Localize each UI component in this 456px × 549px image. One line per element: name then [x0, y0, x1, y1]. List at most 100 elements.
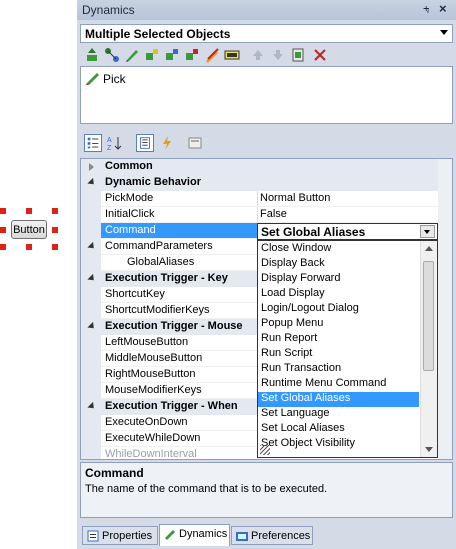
dropdown-option[interactable]: Run Script	[258, 347, 419, 362]
delete-icon[interactable]	[312, 47, 328, 63]
dropdown-button[interactable]	[420, 225, 435, 238]
tab-dynamics[interactable]: Dynamics	[159, 524, 230, 546]
add-event-icon[interactable]	[84, 47, 100, 63]
bottom-tabs: Properties Dynamics Preferences	[80, 524, 453, 546]
property-value[interactable]: False	[260, 208, 287, 220]
row-gutter	[81, 431, 101, 447]
scroll-up-icon[interactable]	[425, 246, 433, 251]
property-name: Execution Trigger - Key	[105, 272, 228, 284]
scroll-down-icon[interactable]	[425, 447, 433, 452]
dropdown-option[interactable]: Set Global Aliases	[258, 392, 419, 407]
categorized-icon[interactable]	[84, 134, 102, 152]
command-dropdown-list[interactable]: Close Window Display Back Display Forward L…	[257, 240, 438, 458]
property-name: CommandParameters	[105, 240, 213, 252]
selection-handle[interactable]	[0, 227, 6, 233]
property-pages-icon[interactable]	[186, 134, 204, 152]
option-label: Load Display	[261, 287, 325, 299]
description-text: The name of the command that is to be ex…	[85, 483, 328, 495]
property-name: MiddleMouseButton	[105, 352, 203, 364]
option-label: Run Report	[261, 332, 318, 344]
property-name: LeftMouseButton	[105, 336, 189, 348]
tab-label: Dynamics	[179, 528, 228, 540]
object-selector-value: Multiple Selected Objects	[85, 27, 231, 41]
events-lightning-icon[interactable]	[158, 134, 176, 152]
dropdown-option[interactable]: Runtime Menu Command	[258, 377, 419, 392]
grid-category-row[interactable]: Common	[81, 159, 438, 175]
dropdown-option[interactable]: Display Back	[258, 257, 419, 272]
expand-icon[interactable]	[89, 163, 94, 171]
object-selector[interactable]: Multiple Selected Objects	[80, 24, 453, 43]
row-gutter	[81, 287, 101, 303]
option-label: Login/Logout Dialog	[261, 302, 359, 314]
column-divider	[257, 207, 258, 223]
description-pane: Command The name of the command that is …	[80, 462, 453, 518]
tab-label: Preferences	[251, 530, 311, 542]
selection-handle[interactable]	[0, 208, 6, 214]
dropdown-option[interactable]: Popup Menu	[258, 317, 419, 332]
dropdown-option[interactable]: Set Local Aliases	[258, 422, 419, 437]
grid-category-row[interactable]: Dynamic Behavior	[81, 175, 438, 191]
selection-handle[interactable]	[52, 208, 58, 214]
row-gutter	[81, 207, 101, 223]
option-label: Run Script	[261, 347, 313, 359]
selection-handle[interactable]	[26, 208, 32, 214]
selection-handle[interactable]	[26, 244, 32, 250]
row-gutter	[81, 303, 101, 319]
selection-handle[interactable]	[52, 227, 58, 233]
tab-properties[interactable]: Properties	[82, 526, 158, 545]
highlight-icon[interactable]	[204, 47, 220, 63]
tab-label: Properties	[102, 530, 153, 542]
dropdown-option[interactable]: Set Object Visibility	[258, 437, 419, 452]
canvas-button[interactable]: Button	[11, 220, 47, 239]
property-name: Common	[105, 160, 153, 172]
sort-alphabetical-icon[interactable]: AZ	[106, 134, 124, 152]
move-down-icon[interactable]	[270, 47, 286, 63]
scroll-thumb[interactable]	[423, 261, 434, 371]
resize-grip-icon[interactable]	[260, 445, 270, 455]
row-gutter	[81, 415, 101, 431]
pin-icon[interactable]: ⨧	[423, 2, 429, 15]
dropdown-option[interactable]: Display Forward	[258, 272, 419, 287]
action-icon[interactable]	[184, 47, 200, 63]
dropdown-option[interactable]: Run Transaction	[258, 362, 419, 377]
paste-icon[interactable]	[290, 47, 306, 63]
property-value[interactable]: Normal Button	[260, 192, 330, 204]
row-gutter	[81, 367, 101, 383]
event-item-pick[interactable]: Pick	[103, 72, 126, 86]
move-up-icon[interactable]	[250, 47, 266, 63]
row-gutter	[81, 255, 101, 271]
property-name: Command	[105, 224, 156, 236]
properties-icon[interactable]	[136, 134, 154, 152]
close-icon[interactable]: ×	[439, 1, 447, 16]
dropdown-option[interactable]: Run Report	[258, 332, 419, 347]
dropdown-option[interactable]: Login/Logout Dialog	[258, 302, 419, 317]
chevron-down-icon	[424, 230, 430, 234]
selection-handle[interactable]	[0, 244, 6, 250]
selection-handle[interactable]	[52, 244, 58, 250]
command-select[interactable]: Set Global Aliases	[257, 223, 438, 240]
option-label: Runtime Menu Command	[261, 377, 387, 389]
action-icon[interactable]	[164, 47, 180, 63]
events-list[interactable]: Pick	[80, 66, 453, 124]
svg-text:A: A	[107, 137, 112, 144]
property-name: MouseModifierKeys	[105, 384, 202, 396]
row-gutter	[81, 223, 101, 239]
property-name: ExecuteWhileDown	[105, 432, 201, 444]
preferences-icon	[236, 532, 248, 541]
tab-preferences[interactable]: Preferences	[231, 526, 313, 545]
dropdown-option[interactable]: Load Display	[258, 287, 419, 302]
grid-property-row[interactable]: PickMode Normal Button	[81, 191, 438, 207]
script-icon[interactable]	[224, 47, 240, 63]
pick-icon	[165, 530, 175, 540]
connect-icon[interactable]	[104, 47, 120, 63]
panel-title: Dynamics	[82, 3, 135, 17]
grid-property-row[interactable]: InitialClick False	[81, 207, 438, 223]
action-icon[interactable]	[144, 47, 160, 63]
dropdown-option[interactable]: Close Window	[258, 242, 419, 257]
pick-icon[interactable]	[124, 47, 140, 63]
dropdown-scrollbar[interactable]	[420, 241, 437, 457]
grid-scrollbar[interactable]	[438, 159, 452, 459]
property-name: RightMouseButton	[105, 368, 196, 380]
dropdown-option[interactable]: Set Language	[258, 407, 419, 422]
property-name: GlobalAliases	[127, 256, 195, 268]
